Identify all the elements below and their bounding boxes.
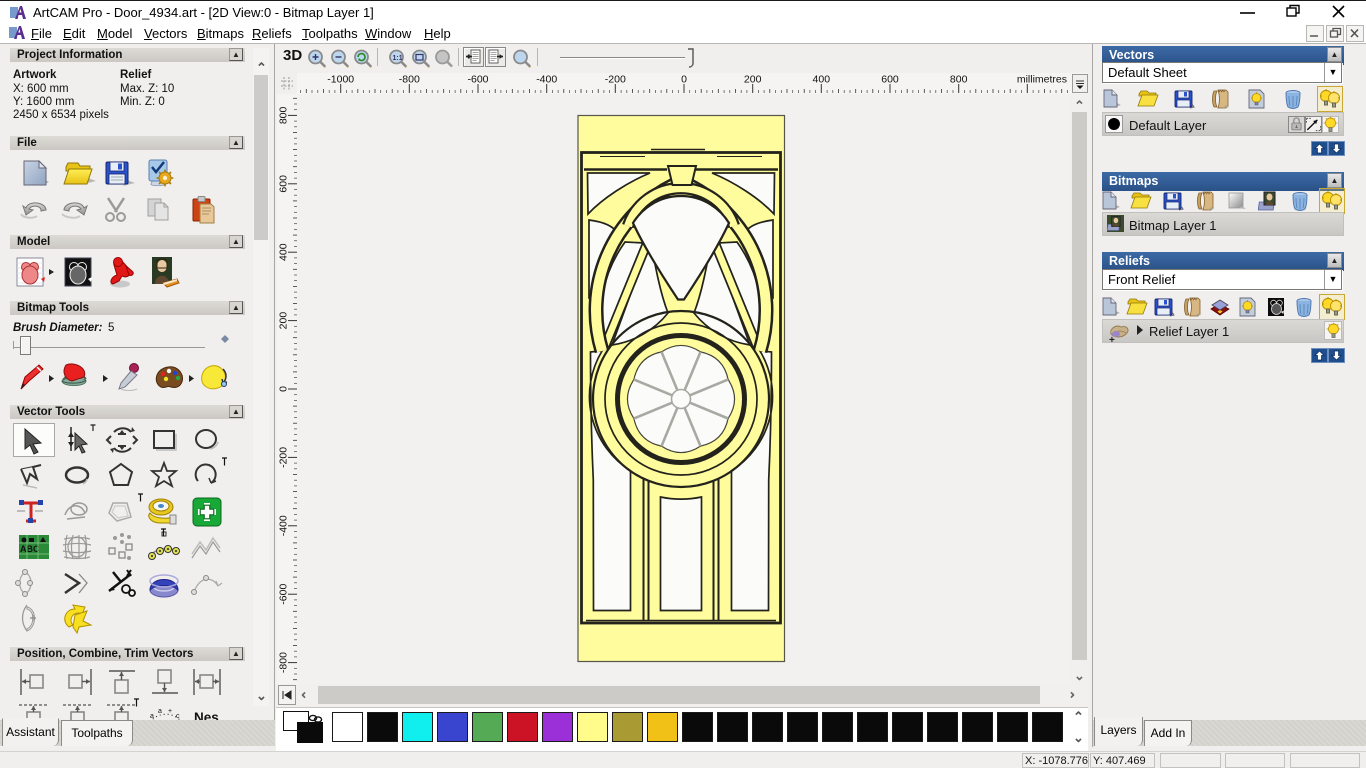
svg-text:-600: -600 [467, 74, 488, 86]
svg-text:800: 800 [950, 74, 968, 86]
svg-text:600: 600 [278, 175, 290, 193]
svg-text:+: + [1109, 335, 1115, 344]
svg-text:ABC: ABC [20, 544, 40, 554]
svg-text:-800: -800 [278, 652, 290, 673]
svg-text:-800: -800 [399, 74, 420, 86]
svg-text:200: 200 [278, 312, 290, 330]
svg-text:c: c [176, 713, 180, 720]
svg-text:0: 0 [681, 74, 687, 86]
svg-text:millimetres: millimetres [1017, 74, 1067, 86]
svg-text:0: 0 [278, 386, 290, 392]
svg-text:-400: -400 [536, 74, 557, 86]
svg-text:200: 200 [744, 74, 762, 86]
svg-text:a: a [158, 708, 162, 715]
svg-text:400: 400 [278, 243, 290, 261]
svg-text:+: + [168, 708, 172, 715]
svg-text:800: 800 [278, 106, 290, 124]
svg-text:a: a [150, 713, 154, 720]
svg-text:1:1: 1:1 [393, 55, 403, 62]
svg-text:-1000: -1000 [327, 74, 354, 86]
svg-text:400: 400 [813, 74, 831, 86]
svg-text:600: 600 [881, 74, 899, 86]
svg-text:-400: -400 [278, 515, 290, 536]
svg-text:-200: -200 [605, 74, 626, 86]
svg-text:-200: -200 [278, 447, 290, 468]
svg-text:-600: -600 [278, 584, 290, 605]
